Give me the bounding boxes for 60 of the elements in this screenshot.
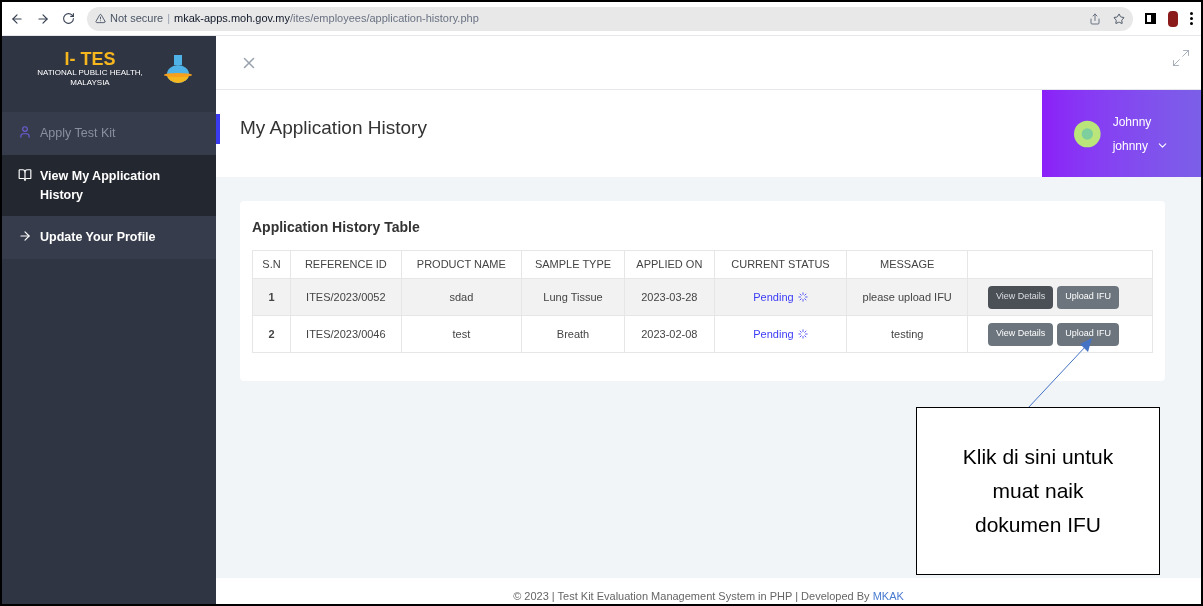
url-separator: | <box>167 11 171 27</box>
logo-subtitle: NATIONAL PUBLIC HEALTH, MALAYSIA <box>36 68 144 88</box>
user-handle: johnny <box>1112 137 1148 155</box>
warning-icon <box>95 13 106 24</box>
table-cell: sdad <box>401 278 522 316</box>
view-details-button[interactable]: View Details <box>988 285 1054 309</box>
user-name: Johnny <box>1112 113 1153 131</box>
flask-icon <box>163 53 193 85</box>
page-title: My Application History <box>240 116 428 141</box>
table-cell: 2 <box>252 315 291 353</box>
column-header: PRODUCT NAME <box>401 250 522 279</box>
column-header: CURRENT STATUS <box>714 250 847 279</box>
footer-link[interactable]: MKAK <box>872 590 904 602</box>
forward-icon[interactable] <box>36 11 50 26</box>
footer-text: © 2023 | Test Kit Evaluation Management System in PHP | Developed By MKAK <box>513 589 904 604</box>
spinner-icon <box>797 329 808 339</box>
address-bar[interactable]: Not secure | mkak-apps.moh.gov.my/ites/employees/application-history.php <box>87 6 1133 31</box>
table-cell: 1 <box>252 278 291 316</box>
sidebar-label: Apply Test Kit <box>40 125 117 142</box>
column-header: REFERENCE ID <box>290 250 402 279</box>
view-details-button[interactable]: View Details <box>988 322 1054 346</box>
menu-icon[interactable] <box>1190 12 1193 25</box>
sidebar-label: Update Your Profile <box>40 229 157 247</box>
user-icon <box>18 125 32 139</box>
reload-icon[interactable] <box>62 12 75 25</box>
profile-icon[interactable] <box>1168 10 1178 27</box>
table-cell: Breath <box>521 315 625 353</box>
url-text: mkak-apps.moh.gov.my/ites/employees/application-history.php <box>174 11 479 27</box>
table-cell: test <box>401 315 522 353</box>
share-icon[interactable] <box>1089 12 1101 25</box>
column-header: SAMPLE TYPE <box>521 250 625 279</box>
spinner-icon <box>797 292 808 302</box>
table-cell: 2023-03-28 <box>624 278 715 316</box>
table-cell: Lung Tissue <box>521 278 625 316</box>
table-cell: testing <box>846 315 968 353</box>
back-icon[interactable] <box>10 11 24 26</box>
table-cell: ITES/2023/0052 <box>290 278 402 316</box>
table-cell: 2023-02-08 <box>624 315 715 353</box>
column-header: S.N <box>252 250 291 279</box>
logo-title: I- TES <box>64 50 116 68</box>
status-text: Pending <box>753 289 794 305</box>
status-text: Pending <box>753 326 794 342</box>
sidepanel-icon[interactable] <box>1145 13 1156 24</box>
sidebar-item[interactable]: View My Application History <box>2 154 216 217</box>
column-header: APPLIED ON <box>624 250 715 279</box>
column-header: MESSAGE <box>846 250 968 279</box>
sidebar-item[interactable]: Apply Test Kit <box>2 112 216 155</box>
sidebar-item[interactable]: Update Your Profile <box>2 216 216 259</box>
upload-button[interactable]: Upload IFU <box>1057 322 1119 346</box>
upload-button[interactable]: Upload IFU <box>1057 285 1119 309</box>
table-title: Application History Table <box>252 218 421 237</box>
security-label: Not secure <box>110 11 164 27</box>
star-icon[interactable] <box>1113 12 1125 25</box>
sidebar-label: View My Application History <box>40 167 162 204</box>
table-cell: ITES/2023/0046 <box>290 315 402 353</box>
table-cell: please upload IFU <box>846 278 968 316</box>
callout-text: Klik di sini untuk muat naik dokumen IFU <box>961 444 1115 538</box>
user-menu[interactable]: Johnny johnny <box>1042 90 1201 177</box>
avatar-icon <box>1074 119 1101 148</box>
book-icon <box>18 167 32 182</box>
